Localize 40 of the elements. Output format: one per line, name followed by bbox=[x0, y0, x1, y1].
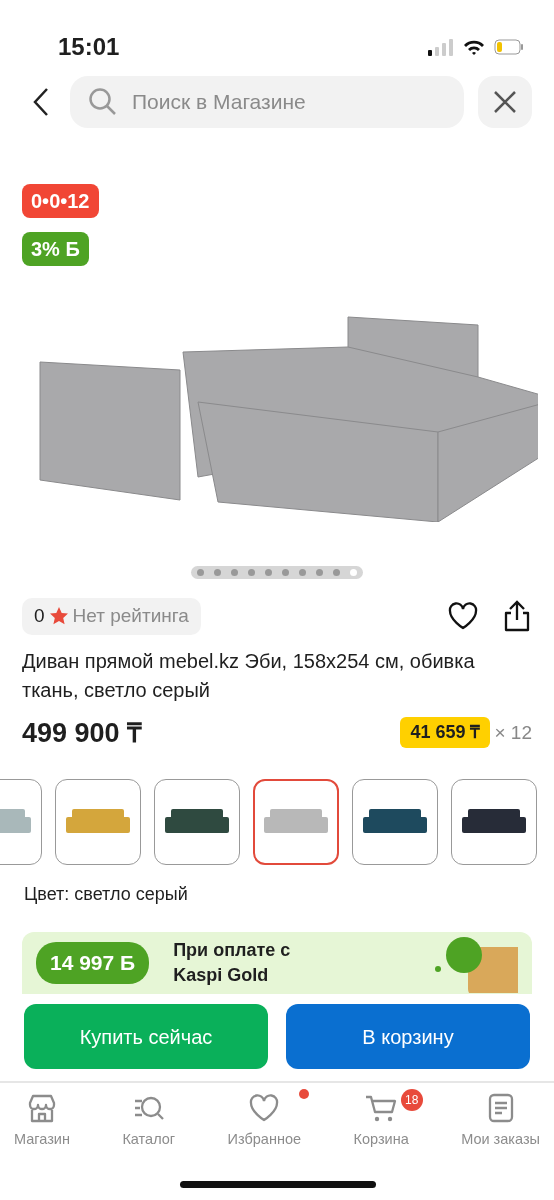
color-label: Цвет: светло серый bbox=[23, 883, 189, 906]
signal-icon bbox=[428, 38, 454, 56]
battery-icon bbox=[494, 39, 524, 55]
installment-months: × 12 bbox=[494, 720, 532, 745]
cart-count-badge: 18 bbox=[400, 1089, 423, 1111]
tab-bar-item[interactable]: Мои заказы bbox=[447, 1089, 554, 1151]
variant-thumbnail[interactable] bbox=[55, 779, 141, 865]
status-time: 15:01 bbox=[58, 32, 120, 62]
product-title: Диван прямой mebel.kz Эби, 158x254 см, обивка ткань, светло серый bbox=[21, 648, 476, 703]
share-button[interactable] bbox=[502, 600, 532, 633]
cart-icon bbox=[365, 1093, 398, 1123]
variant-thumbnail[interactable] bbox=[451, 779, 537, 865]
rating-score: 0 bbox=[34, 604, 45, 628]
heart-icon bbox=[248, 1093, 281, 1123]
variant-thumbnail[interactable] bbox=[154, 779, 240, 865]
heart-icon bbox=[448, 602, 478, 631]
rating-label: Нет рейтинга bbox=[72, 604, 189, 628]
buy-now-button[interactable]: Купить сейчас bbox=[24, 1004, 268, 1069]
bonus-badge: 3% Б bbox=[22, 232, 89, 266]
back-icon bbox=[32, 87, 50, 117]
variant-thumbnail[interactable] bbox=[352, 779, 438, 865]
search-field[interactable]: Поиск в Магазине bbox=[70, 76, 464, 128]
promo-banner[interactable]: 14 997 Б При оплате с Kaspi Gold bbox=[22, 932, 532, 994]
tab-bar-item[interactable]: Избранное bbox=[213, 1089, 316, 1151]
promo-text: При оплате с Kaspi Gold bbox=[173, 939, 292, 987]
close-button[interactable] bbox=[478, 76, 532, 128]
installment-badge: 0•0•12 bbox=[22, 184, 99, 218]
star-icon bbox=[48, 606, 69, 627]
monthly-payment: 41 659 ₸ bbox=[400, 717, 491, 749]
share-icon bbox=[502, 600, 532, 633]
wifi-icon bbox=[462, 38, 486, 56]
product-price: 499 900 ₸ bbox=[22, 716, 143, 750]
bonus-amount: 14 997 Б bbox=[36, 942, 150, 984]
close-icon bbox=[493, 90, 517, 114]
tab-bar-item[interactable]: Каталог bbox=[108, 1089, 190, 1151]
favorite-button[interactable] bbox=[448, 602, 478, 631]
tab-bar-item[interactable]: Магазин bbox=[0, 1089, 84, 1151]
variant-thumbnail[interactable] bbox=[253, 779, 339, 865]
tab-bar-item[interactable]: Корзина 18 bbox=[339, 1089, 423, 1151]
add-to-cart-button[interactable]: В корзину bbox=[286, 1004, 530, 1069]
